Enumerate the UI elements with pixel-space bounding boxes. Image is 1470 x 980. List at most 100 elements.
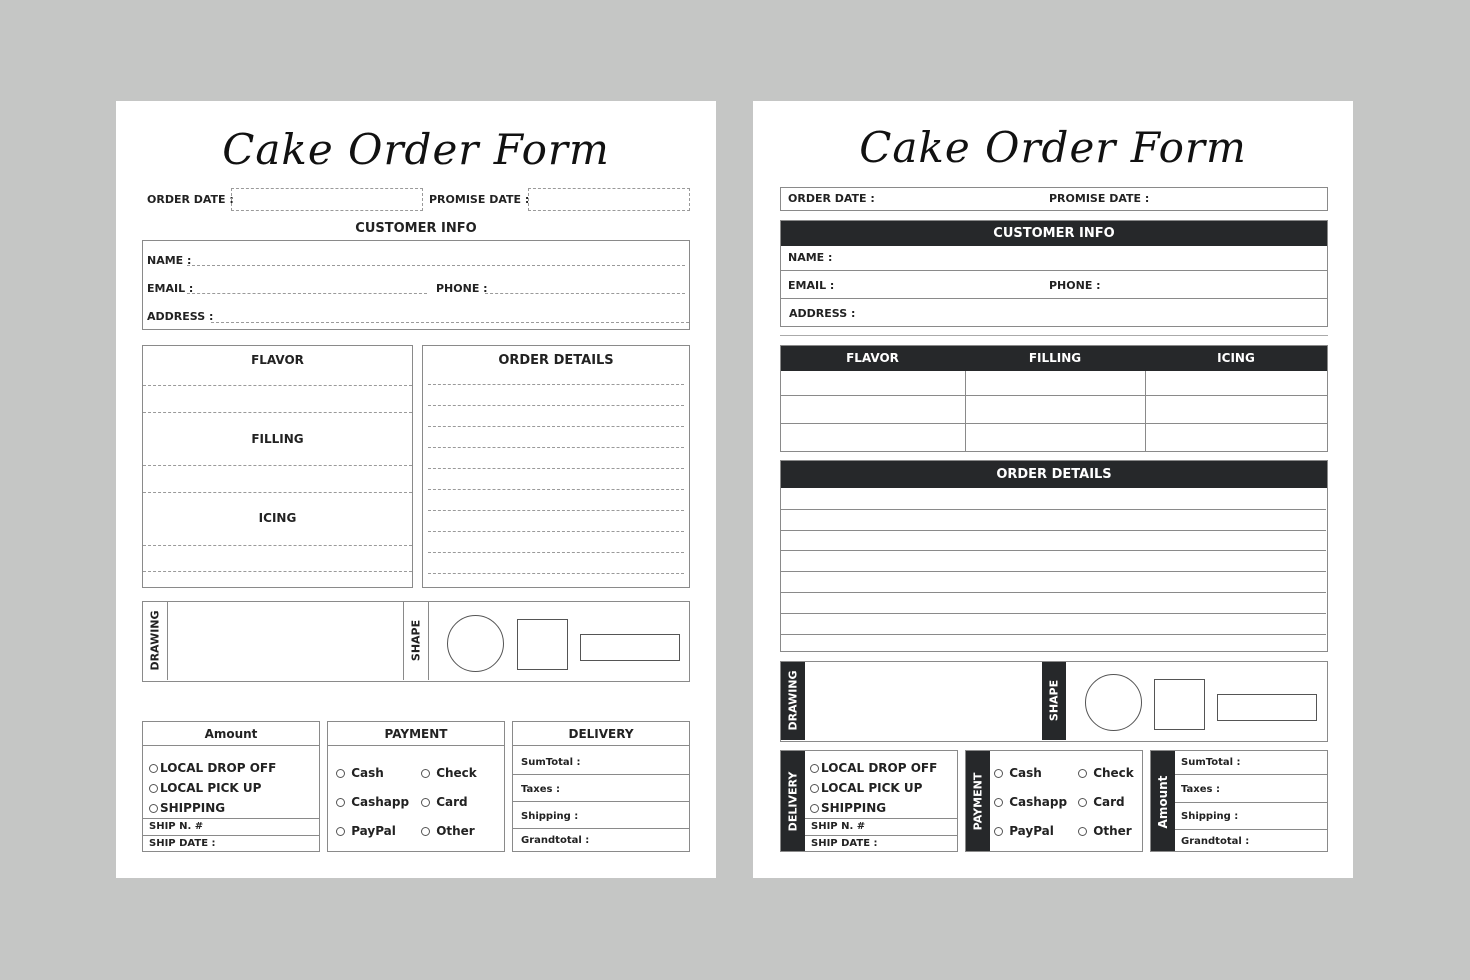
promise-date-label: PROMISE DATE : (429, 193, 530, 206)
taxes-label: Taxes : (1181, 784, 1220, 795)
customer-info-heading: CUSTOMER INFO (781, 221, 1327, 246)
shipping-radio[interactable]: SHIPPING (810, 801, 886, 815)
radio-icon (149, 784, 158, 793)
page-title: Cake Order Form (859, 123, 1247, 172)
cashapp-radio[interactable]: Cashapp (336, 795, 409, 809)
delivery-heading: DELIVERY (786, 771, 800, 832)
shipping-label: Shipping : (521, 811, 579, 822)
address-field[interactable] (211, 322, 689, 323)
square-shape-option[interactable] (517, 619, 568, 670)
local-pick-up-radio[interactable]: LOCAL PICK UP (810, 781, 922, 795)
name-field[interactable] (836, 246, 1324, 270)
drawing-label: DRAWING (148, 610, 162, 671)
phone-field[interactable] (485, 293, 685, 294)
radio-icon (421, 798, 430, 807)
local-drop-off-radio[interactable]: LOCAL DROP OFF (810, 761, 937, 775)
flavor-header: FLAVOR (846, 351, 899, 365)
phone-label: PHONE : (436, 282, 488, 295)
sheet-shape-option[interactable] (580, 634, 680, 661)
order-details-line[interactable] (428, 510, 684, 511)
filling-line[interactable] (143, 492, 412, 493)
address-label: ADDRESS : (147, 310, 214, 323)
icing-header: ICING (1217, 351, 1255, 365)
page-title: Cake Order Form (222, 125, 610, 174)
other-radio[interactable]: Other (1078, 824, 1132, 838)
order-details-line[interactable] (428, 405, 684, 406)
order-date-field[interactable] (871, 188, 1041, 209)
check-radio[interactable]: Check (421, 766, 477, 780)
filling-label: FILLING (251, 432, 304, 446)
option-label: SHIPPING (821, 801, 887, 815)
icing-cells[interactable] (1146, 371, 1327, 451)
order-details-row[interactable] (781, 614, 1326, 634)
drawing-shape-box: DRAWING SHAPE (780, 661, 1328, 742)
paypal-radio[interactable]: PayPal (994, 824, 1054, 838)
order-date-field[interactable] (231, 188, 423, 211)
order-details-box: ORDER DETAILS (780, 460, 1328, 652)
filling-line[interactable] (143, 465, 412, 466)
icing-line[interactable] (143, 545, 412, 546)
cashapp-radio[interactable]: Cashapp (994, 795, 1067, 809)
round-shape-option[interactable] (447, 615, 504, 672)
promise-date-label: PROMISE DATE : (1049, 192, 1150, 205)
order-details-line[interactable] (428, 468, 684, 469)
order-details-row[interactable] (781, 635, 1326, 655)
order-details-line[interactable] (428, 573, 684, 574)
option-label: Card (1093, 795, 1125, 809)
promise-date-field[interactable] (1146, 188, 1326, 209)
name-field[interactable] (187, 265, 685, 266)
filling-cells[interactable] (966, 371, 1145, 451)
email-field[interactable] (836, 271, 1036, 298)
order-details-row[interactable] (781, 593, 1326, 613)
phone-field[interactable] (1101, 271, 1321, 298)
order-details-line[interactable] (428, 384, 684, 385)
promise-date-field[interactable] (528, 188, 690, 211)
option-label: Card (436, 795, 468, 809)
order-details-line[interactable] (428, 426, 684, 427)
order-details-row[interactable] (781, 489, 1326, 509)
other-radio[interactable]: Other (421, 824, 475, 838)
option-label: Cash (351, 766, 384, 780)
local-pick-up-radio[interactable]: LOCAL PICK UP (149, 781, 261, 795)
cash-radio[interactable]: Cash (336, 766, 384, 780)
radio-icon (149, 764, 158, 773)
grandtotal-label: Grandtotal : (1181, 836, 1250, 847)
square-shape-option[interactable] (1154, 679, 1205, 730)
cash-radio[interactable]: Cash (994, 766, 1042, 780)
delivery-box: DELIVERY LOCAL DROP OFF LOCAL PICK UP SH… (780, 750, 958, 852)
drawing-area[interactable] (806, 662, 1041, 740)
local-drop-off-radio[interactable]: LOCAL DROP OFF (149, 761, 276, 775)
flavor-line[interactable] (143, 412, 412, 413)
customer-info-box: NAME : EMAIL : PHONE : ADDRESS : (142, 240, 690, 330)
radio-icon (336, 769, 345, 778)
sumtotal-label: SumTotal : (1181, 757, 1241, 768)
address-label: ADDRESS : (789, 307, 856, 320)
order-details-row[interactable] (781, 510, 1326, 530)
order-details-row[interactable] (781, 572, 1326, 592)
card-radio[interactable]: Card (1078, 795, 1125, 809)
shipping-radio[interactable]: SHIPPING (149, 801, 225, 815)
icing-line[interactable] (143, 571, 412, 572)
card-radio[interactable]: Card (421, 795, 468, 809)
order-details-line[interactable] (428, 447, 684, 448)
email-field[interactable] (187, 293, 427, 294)
radio-icon (421, 769, 430, 778)
address-field[interactable] (856, 299, 1324, 325)
order-details-line[interactable] (428, 489, 684, 490)
taxes-label: Taxes : (521, 784, 560, 795)
flavor-cells[interactable] (781, 371, 965, 451)
order-details-row[interactable] (781, 531, 1326, 551)
email-label: EMAIL : (788, 279, 835, 292)
drawing-area[interactable] (169, 602, 403, 680)
paypal-radio[interactable]: PayPal (336, 824, 396, 838)
order-details-heading: ORDER DETAILS (498, 353, 614, 368)
order-details-line[interactable] (428, 552, 684, 553)
round-shape-option[interactable] (1085, 674, 1142, 731)
check-radio[interactable]: Check (1078, 766, 1134, 780)
order-form-page-outline: Cake Order Form ORDER DATE : PROMISE DAT… (116, 101, 716, 878)
sheet-shape-option[interactable] (1217, 694, 1317, 721)
ship-number-label: SHIP N. # (811, 821, 866, 832)
order-details-row[interactable] (781, 551, 1326, 571)
flavor-line[interactable] (143, 385, 412, 386)
order-details-line[interactable] (428, 531, 684, 532)
